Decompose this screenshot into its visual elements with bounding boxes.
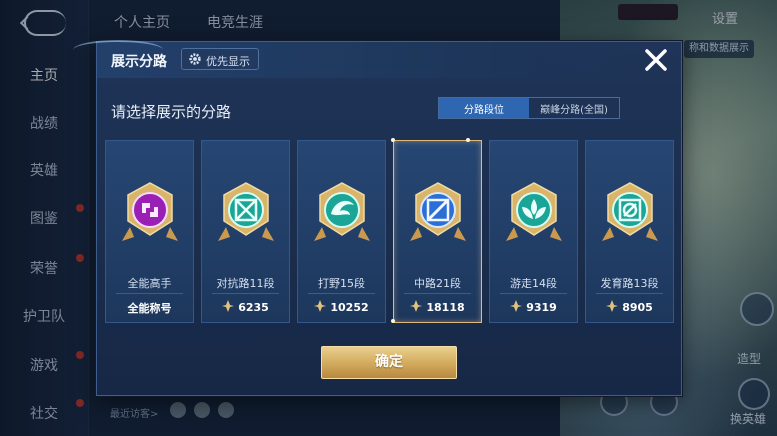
display-lane-dialog: 展示分路 优先显示 请选择展示的分路 分路段位 巅峰分路(全国) 全能高手 全能…: [73, 40, 682, 396]
dialog-subtitle: 请选择展示的分路: [111, 103, 232, 121]
lane-card-name: 打野15段: [318, 277, 365, 290]
lane-card-value-text: 18118: [426, 301, 465, 314]
tab-lane-rank[interactable]: 分路段位: [439, 98, 529, 118]
lane-card-value: 9319: [490, 300, 577, 314]
dialog-title: 展示分路: [111, 54, 167, 70]
confirm-button[interactable]: 确定: [321, 346, 457, 379]
rank-points-icon: [314, 300, 327, 312]
lane-card-value-text: 6235: [238, 301, 269, 314]
card-divider: [116, 293, 183, 294]
lane-card-jungle[interactable]: 打野15段 10252: [297, 140, 386, 323]
lane-card-value: 6235: [202, 300, 289, 314]
lane-card-solo-lane[interactable]: 对抗路11段 6235: [201, 140, 290, 323]
card-divider: [212, 293, 279, 294]
gear-icon: [189, 53, 201, 65]
priority-display-button[interactable]: 优先显示: [181, 48, 259, 70]
selection-glow-dot: [391, 138, 395, 142]
lane-card-value-text: 10252: [330, 301, 369, 314]
lane-card-value-text: 8905: [622, 301, 653, 314]
rank-points-icon: [410, 300, 423, 312]
lane-card-name: 对抗路11段: [216, 277, 275, 290]
card-divider: [308, 293, 375, 294]
lane-card-value: 10252: [298, 300, 385, 314]
card-divider: [596, 293, 663, 294]
tab-peak-lane-national[interactable]: 巅峰分路(全国): [529, 98, 619, 118]
lane-card-value: 18118: [394, 300, 481, 314]
roam-emblem-icon: [506, 182, 562, 241]
lane-card-value-text: 全能称号: [127, 302, 172, 315]
lane-card-value: 全能称号: [106, 300, 193, 316]
lane-card-name: 中路21段: [414, 277, 461, 290]
close-icon[interactable]: [639, 44, 673, 76]
lane-mode-toggle: 分路段位 巅峰分路(全国): [438, 97, 620, 119]
lane-card-mid-lane[interactable]: 中路21段 18118: [391, 138, 482, 323]
dialog-header: 展示分路 优先显示: [73, 40, 681, 78]
lane-card-value: 8905: [586, 300, 673, 314]
all-rounder-emblem-icon: [122, 182, 178, 241]
farm-lane-emblem-icon: [602, 182, 658, 241]
lane-card-name: 游走14段: [510, 277, 557, 290]
rank-points-icon: [222, 300, 235, 312]
rank-points-icon: [510, 300, 523, 312]
selection-glow-dot: [466, 138, 470, 142]
mid-lane-emblem-icon: [410, 182, 466, 241]
lane-card-all-rounder[interactable]: 全能高手 全能称号: [105, 140, 194, 323]
card-divider: [404, 293, 471, 294]
rank-points-icon: [606, 300, 619, 312]
card-divider: [500, 293, 567, 294]
priority-display-label: 优先显示: [206, 55, 250, 68]
selection-glow-dot: [391, 319, 395, 323]
lane-card-roam[interactable]: 游走14段 9319: [489, 140, 578, 323]
jungle-emblem-icon: [314, 182, 370, 241]
lane-card-value-text: 9319: [526, 301, 557, 314]
lane-card-name: 全能高手: [127, 277, 172, 290]
lane-card-name: 发育路13段: [600, 277, 659, 290]
solo-lane-emblem-icon: [218, 182, 274, 241]
lane-card-farm-lane[interactable]: 发育路13段 8905: [585, 140, 674, 323]
